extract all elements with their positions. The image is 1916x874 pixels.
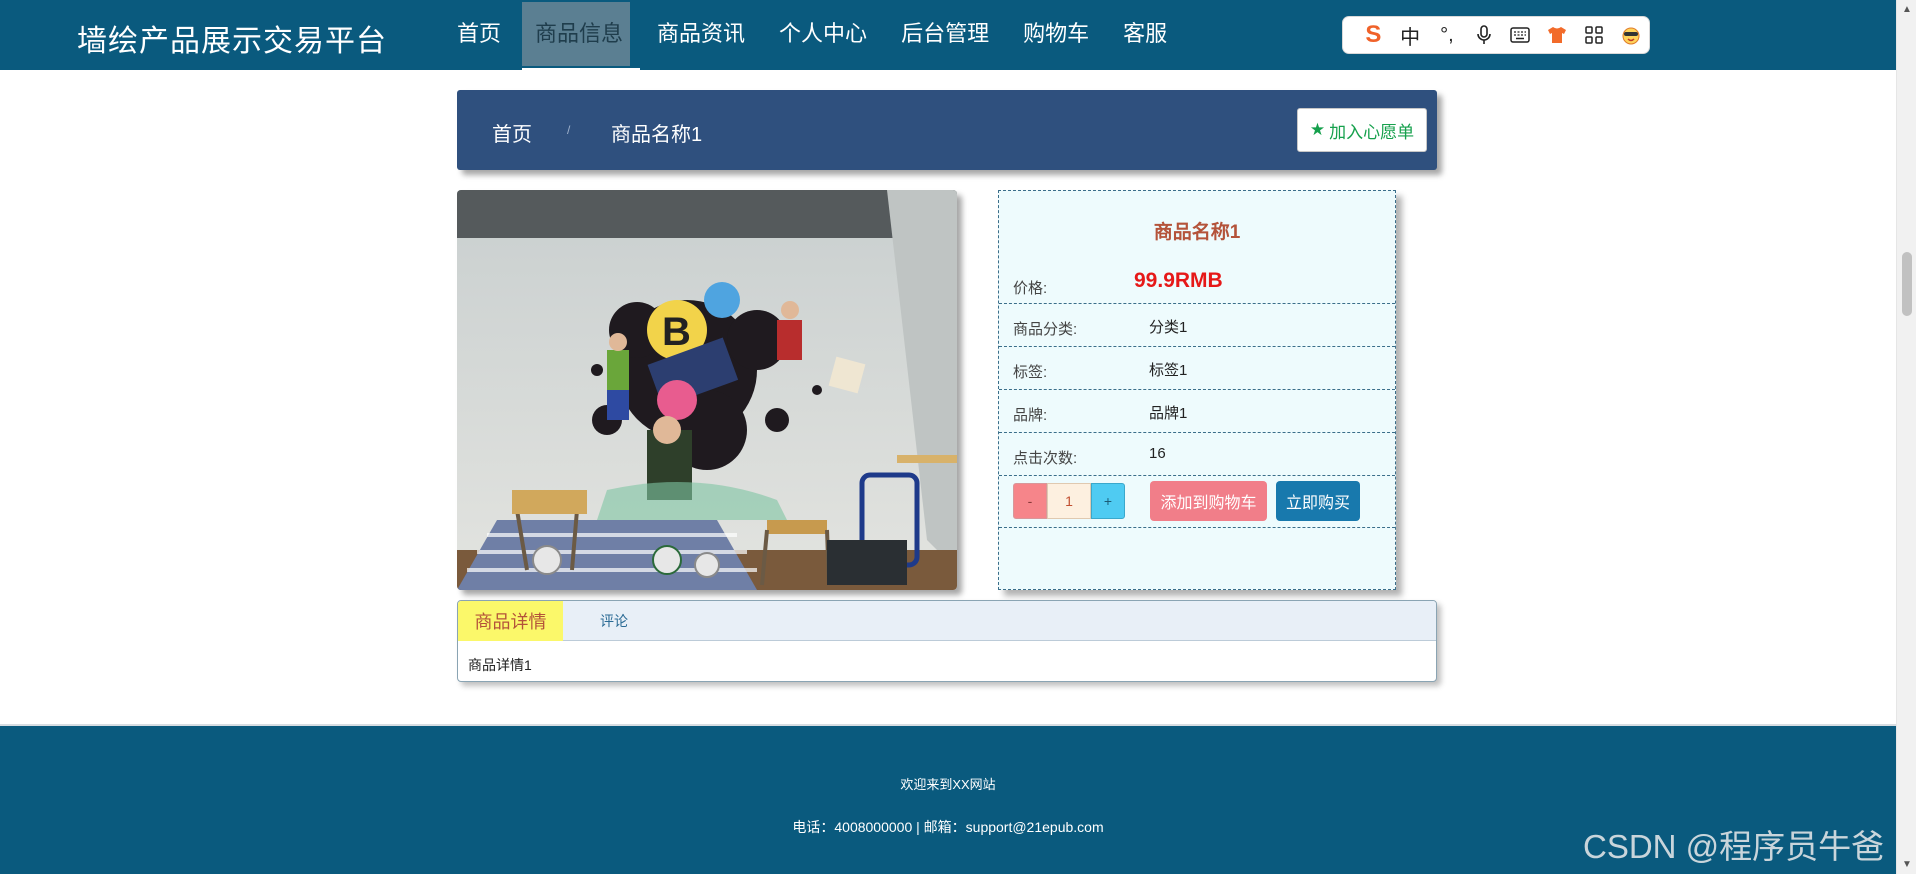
star-icon: ★ [1309, 120, 1326, 139]
product-image: B [457, 190, 957, 590]
nav-item-product-info[interactable]: 商品信息 [518, 0, 641, 70]
nav-item-label: 个人中心 [779, 21, 868, 46]
quantity-increment-button[interactable]: + [1091, 483, 1125, 519]
add-to-wishlist-button[interactable]: ★ 加入心愿单 [1297, 108, 1427, 152]
action-row-divider [999, 527, 1395, 528]
punctuation-icon[interactable]: °, [1429, 16, 1466, 54]
nav-item-cart[interactable]: 购物车 [1006, 0, 1106, 70]
tab-content: 商品详情1 [468, 657, 532, 673]
breadcrumb: 首页 / 商品名称1 ★ 加入心愿单 [457, 90, 1437, 170]
tab-product-detail[interactable]: 商品详情 [458, 601, 563, 641]
breadcrumb-home-link[interactable]: 首页 [492, 118, 532, 147]
breadcrumb-current: 商品名称1 [611, 124, 703, 146]
category-row: 商品分类: 分类1 [999, 304, 1395, 347]
site-title[interactable]: 墙绘产品展示交易平台 [77, 16, 387, 60]
nav-item-label: 商品资讯 [657, 21, 746, 46]
nav-item-admin[interactable]: 后台管理 [884, 0, 1006, 70]
scrollbar-thumb[interactable] [1902, 252, 1912, 316]
add-to-cart-button[interactable]: 添加到购物车 [1150, 481, 1267, 521]
product-info-panel: 商品名称1 价格: 99.9RMB 商品分类: 分类1 标签: 标签1 品牌: … [998, 190, 1396, 590]
watermark: CSDN @程序员牛爸 [1583, 828, 1885, 865]
tag-row: 标签: 标签1 [999, 347, 1395, 390]
quantity-input[interactable] [1047, 483, 1091, 519]
buy-now-button[interactable]: 立即购买 [1276, 481, 1360, 521]
brand-label: 品牌: [1013, 407, 1048, 424]
ime-toolbar[interactable]: S 中 °, [1342, 16, 1650, 54]
skin-icon[interactable] [1539, 16, 1576, 54]
nav-item-label: 购物车 [1023, 21, 1090, 46]
tab-header: 商品详情 评论 [458, 601, 1436, 641]
nav-item-label: 客服 [1123, 21, 1168, 46]
brand-value: 品牌1 [1149, 405, 1188, 422]
nav-item-home[interactable]: 首页 [440, 0, 518, 70]
nav-item-personal-center[interactable]: 个人中心 [762, 0, 884, 70]
nav-item-label: 后台管理 [901, 21, 990, 46]
tab-comments[interactable]: 评论 [600, 601, 628, 641]
price-label: 价格: [1013, 280, 1048, 297]
category-value: 分类1 [1149, 319, 1188, 336]
ime-mode-label[interactable]: 中 [1392, 16, 1429, 54]
nav-item-label: 商品信息 [535, 21, 624, 46]
keyboard-icon[interactable] [1502, 16, 1539, 54]
price-value: 99.9RMB [1134, 269, 1223, 292]
brand-row: 品牌: 品牌1 [999, 390, 1395, 433]
emoji-icon[interactable] [1612, 16, 1649, 54]
nav-item-customer-service[interactable]: 客服 [1106, 0, 1184, 70]
footer-welcome: 欢迎来到XX网站 [900, 777, 996, 792]
clicks-label: 点击次数: [1013, 450, 1078, 467]
scroll-down-arrow-icon[interactable]: ▼ [1902, 859, 1912, 870]
category-label: 商品分类: [1013, 321, 1078, 338]
quantity-decrement-button[interactable]: - [1013, 483, 1047, 519]
nav-item-product-news[interactable]: 商品资讯 [640, 0, 762, 70]
nav-item-label: 首页 [457, 21, 502, 46]
svg-text:B: B [662, 310, 691, 354]
breadcrumb-separator: / [567, 123, 571, 137]
tag-value: 标签1 [1149, 362, 1188, 379]
product-name: 商品名称1 [1153, 222, 1241, 243]
tag-label: 标签: [1013, 364, 1048, 381]
vertical-scrollbar[interactable]: ▲ ▼ [1896, 0, 1916, 874]
toolbox-icon[interactable] [1576, 16, 1613, 54]
wishlist-label: 加入心愿单 [1329, 122, 1415, 142]
clicks-value: 16 [1149, 445, 1166, 462]
scroll-up-arrow-icon[interactable]: ▲ [1902, 4, 1912, 15]
clicks-row: 点击次数: 16 [999, 433, 1395, 476]
main-nav: 首页 商品信息 商品资讯 个人中心 后台管理 购物车 客服 [440, 0, 1184, 70]
microphone-icon[interactable] [1465, 16, 1502, 54]
top-navigation-bar: 墙绘产品展示交易平台 首页 商品信息 商品资讯 个人中心 后台管理 购物车 客服… [0, 0, 1896, 70]
product-tabs: 商品详情 评论 商品详情1 [457, 600, 1437, 682]
sogou-logo-icon[interactable]: S [1355, 16, 1392, 54]
